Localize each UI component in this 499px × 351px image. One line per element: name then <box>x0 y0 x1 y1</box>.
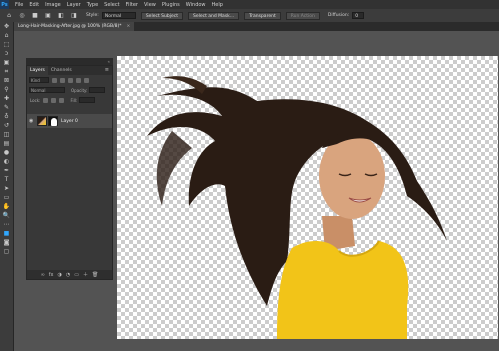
lock-row: Lock: Fill: <box>27 95 112 105</box>
clone-stamp-icon[interactable]: ♁ <box>0 112 13 121</box>
shape-tool-icon[interactable]: ▭ <box>0 193 13 202</box>
menu-view[interactable]: View <box>144 2 156 8</box>
gradient-tool-icon[interactable]: ▤ <box>0 139 13 148</box>
select-and-mask-button[interactable]: Select and Mask... <box>187 11 240 20</box>
menu-type[interactable]: Type <box>87 2 98 8</box>
new-selection-icon[interactable]: ■ <box>31 12 39 20</box>
style-select[interactable]: Normal <box>101 12 136 19</box>
move-tool-icon[interactable]: ✥ <box>0 22 13 31</box>
marquee-tool-icon[interactable]: ⬚ <box>0 40 13 49</box>
intersect-selection-icon[interactable]: ◨ <box>70 12 78 20</box>
filter-row: Kind <box>27 75 112 85</box>
layer-filter-select[interactable]: Kind <box>29 77 49 83</box>
add-mask-icon[interactable]: ◑ <box>58 272 62 278</box>
frame-tool-icon[interactable]: ⊠ <box>0 76 13 85</box>
lock-label: Lock: <box>30 97 41 103</box>
layer-mask-thumbnail[interactable] <box>48 116 58 126</box>
history-brush-icon[interactable]: ↺ <box>0 121 13 130</box>
layers-footer: ∞ fx ◑ ◔ ▭ ＋ 🗑 <box>27 270 112 279</box>
panel-menu-icon[interactable]: ≡ <box>105 66 109 75</box>
opacity-label: Opacity: <box>71 87 88 93</box>
layer-thumbnail <box>37 116 47 126</box>
document-tab-bar: Long-Hair-Masking-After.jpg @ 100% (RGB/… <box>14 22 499 31</box>
document-title: Long-Hair-Masking-After.jpg @ 100% (RGB/… <box>18 24 122 29</box>
document-canvas[interactable] <box>117 56 498 339</box>
link-layers-icon[interactable]: ∞ <box>41 272 45 278</box>
tab-channels[interactable]: Channels <box>48 66 75 75</box>
crop-tool-icon[interactable]: ⌗ <box>0 67 13 76</box>
blend-row: Normal Opacity: <box>27 85 112 95</box>
menu-edit[interactable]: Edit <box>29 2 39 8</box>
layer-name[interactable]: Layer 0 <box>61 119 78 124</box>
menu-help[interactable]: Help <box>212 2 223 8</box>
pixel-filter-icon[interactable] <box>52 77 57 83</box>
select-subject-button[interactable]: Select Subject <box>140 11 183 20</box>
diffusion-label: Diffusion: <box>327 13 350 18</box>
foreground-color-icon[interactable]: ■ <box>0 229 13 238</box>
layer-row[interactable]: ◉ Layer 0 <box>27 114 112 128</box>
object-select-tool-icon[interactable]: ▣ <box>0 58 13 67</box>
tools-panel: ✥ ⌂ ⬚ ↄ ▣ ⌗ ⊠ ⚲ ✚ ✎ ♁ ↺ ◫ ▤ ● ◐ ✒ T ➤ ▭ ✋ 🔍 ⋯ ■ ◙ ▢ <box>0 22 14 351</box>
eyedropper-tool-icon[interactable]: ⚲ <box>0 85 13 94</box>
layers-panel: Layers Channels ≡ Kind Normal Opacity: L… <box>26 65 113 280</box>
transparent-button[interactable]: Transparent <box>244 11 281 20</box>
artboard-tool-icon[interactable]: ⌂ <box>0 31 13 40</box>
adjustment-layer-icon[interactable]: ◔ <box>66 272 70 278</box>
adjustment-filter-icon[interactable] <box>60 77 65 83</box>
document-tab[interactable]: Long-Hair-Masking-After.jpg @ 100% (RGB/… <box>14 22 135 31</box>
pen-tool-icon[interactable]: ✒ <box>0 166 13 175</box>
diffusion-field[interactable]: 0 <box>352 12 365 19</box>
run-action-button[interactable]: Run Action <box>285 11 320 20</box>
add-selection-icon[interactable]: ▣ <box>44 12 52 20</box>
zoom-tool-icon[interactable]: 🔍 <box>0 211 13 220</box>
group-icon[interactable]: ▭ <box>74 272 79 278</box>
lock-all-icon[interactable] <box>59 97 65 103</box>
menu-filter[interactable]: Filter <box>126 2 138 8</box>
app-logo: Ps <box>0 0 9 9</box>
style-label: Style: <box>86 13 99 18</box>
visibility-eye-icon[interactable]: ◉ <box>29 118 35 124</box>
panel-tabs: Layers Channels ≡ <box>27 66 112 75</box>
close-tab-icon[interactable]: × <box>126 24 130 29</box>
tab-layers[interactable]: Layers <box>27 66 48 75</box>
layer-style-icon[interactable]: fx <box>49 272 54 278</box>
menu-plugins[interactable]: Plugins <box>162 2 180 8</box>
tool-preset-icon[interactable]: ◎ <box>18 12 26 20</box>
type-tool-icon[interactable]: T <box>0 175 13 184</box>
dodge-tool-icon[interactable]: ◐ <box>0 157 13 166</box>
menu-image[interactable]: Image <box>45 2 61 8</box>
smart-object-filter-icon[interactable] <box>84 77 89 83</box>
lock-position-icon[interactable] <box>51 97 57 103</box>
eraser-tool-icon[interactable]: ◫ <box>0 130 13 139</box>
new-layer-icon[interactable]: ＋ <box>83 271 88 278</box>
brush-tool-icon[interactable]: ✎ <box>0 103 13 112</box>
trash-icon[interactable]: 🗑 <box>92 272 98 278</box>
panel-dock-strip: « <box>26 58 113 65</box>
healing-brush-icon[interactable]: ✚ <box>0 94 13 103</box>
menu-file[interactable]: File <box>15 2 23 8</box>
menu-window[interactable]: Window <box>186 2 206 8</box>
options-bar: ⌂ ◎ ■ ▣ ◧ ◨ Style: Normal Select Subject… <box>0 9 499 23</box>
menu-layer[interactable]: Layer <box>67 2 81 8</box>
fill-label: Fill: <box>70 97 78 103</box>
home-icon[interactable]: ⌂ <box>5 12 13 20</box>
screen-mode-icon[interactable]: ▢ <box>0 247 13 256</box>
blur-tool-icon[interactable]: ● <box>0 148 13 157</box>
blend-mode-select[interactable]: Normal <box>29 87 65 93</box>
quick-mask-icon[interactable]: ◙ <box>0 238 13 247</box>
collapse-panels-icon[interactable]: « <box>108 59 110 64</box>
menu-bar: Ps File Edit Image Layer Type Select Fil… <box>0 0 499 9</box>
menu-select[interactable]: Select <box>104 2 119 8</box>
opacity-field[interactable] <box>89 87 106 93</box>
shape-filter-icon[interactable] <box>76 77 81 83</box>
lasso-tool-icon[interactable]: ↄ <box>0 49 13 58</box>
more-tools-icon[interactable]: ⋯ <box>0 220 13 229</box>
fill-field[interactable] <box>79 97 96 103</box>
path-select-icon[interactable]: ➤ <box>0 184 13 193</box>
woman-subject-image <box>147 76 447 339</box>
type-filter-icon[interactable] <box>68 77 73 83</box>
hand-tool-icon[interactable]: ✋ <box>0 202 13 211</box>
lock-pixels-icon[interactable] <box>43 97 49 103</box>
subtract-selection-icon[interactable]: ◧ <box>57 12 65 20</box>
